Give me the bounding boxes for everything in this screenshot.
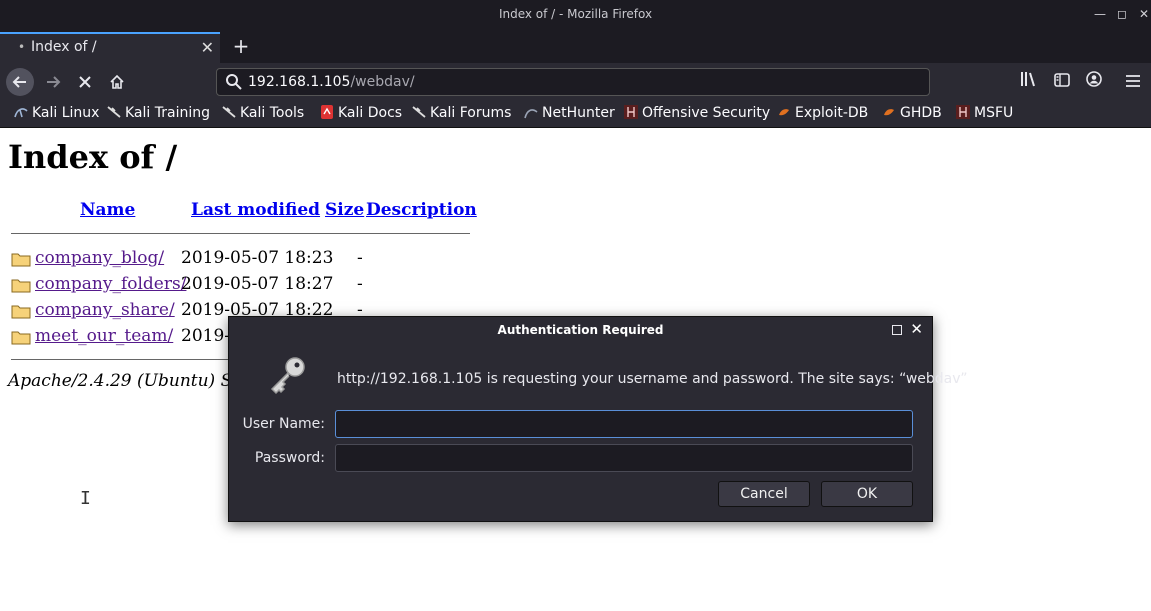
minimize-button[interactable]: —	[1092, 6, 1108, 22]
directory-link[interactable]: company_share/	[35, 300, 175, 320]
home-icon	[110, 74, 124, 89]
column-size-link[interactable]: Size	[325, 200, 364, 220]
url-path: /webdav/	[350, 74, 415, 90]
column-name-link[interactable]: Name	[80, 200, 135, 220]
bookmark-label: MSFU	[974, 105, 1014, 121]
ghdb-icon	[884, 109, 894, 116]
bookmark-nethunter[interactable]: NetHunter	[524, 105, 615, 121]
tab-label: Index of /	[31, 39, 97, 55]
kali-docs-icon	[321, 105, 333, 119]
bookmark-label: Kali Forums	[430, 105, 512, 121]
bookmark-label: Kali Linux	[32, 105, 100, 121]
window-title: Index of / - Mozilla Firefox	[498, 7, 653, 21]
dialog-maximize-button[interactable]	[892, 325, 902, 335]
library-icon-glyph	[1021, 72, 1035, 87]
back-button[interactable]	[6, 68, 34, 96]
library-icon[interactable]	[1018, 71, 1040, 93]
password-field[interactable]	[335, 444, 913, 472]
ok-button[interactable]: OK	[821, 481, 913, 507]
folder-icon	[11, 305, 31, 319]
kali-dragon-icon	[107, 106, 121, 118]
dialog-close-button[interactable]: ✕	[910, 320, 923, 338]
auth-dialog: Authentication Required ✕ http://192.168…	[228, 316, 968, 522]
forward-button[interactable]	[39, 68, 67, 96]
directory-link[interactable]: company_blog/	[35, 248, 164, 268]
text-cursor-icon: I	[80, 488, 91, 509]
bookmark-label: Offensive Security	[642, 105, 771, 121]
kali-dragon-icon	[14, 108, 28, 118]
account-icon[interactable]	[1083, 71, 1105, 93]
arrow-left-icon	[12, 76, 26, 88]
size-value: -	[357, 248, 363, 268]
folder-icon	[11, 279, 31, 293]
bookmark-label: Kali Tools	[240, 105, 305, 121]
sidebar-icon-glyph	[1054, 73, 1070, 87]
nethunter-icon	[524, 109, 538, 119]
bookmark-kali-forums[interactable]: Kali Forums	[412, 105, 511, 121]
exploit-db-icon	[779, 109, 789, 116]
bookmark-kali-linux[interactable]: Kali Linux	[14, 105, 99, 121]
modified-date: 2019-05-07 18:23	[181, 248, 334, 268]
bookmark-label: Exploit-DB	[795, 105, 869, 121]
arrow-right-icon	[47, 76, 61, 88]
menu-icon[interactable]	[1122, 71, 1144, 93]
close-tab-icon[interactable]: ✕	[201, 38, 214, 57]
url-host: 192.168.1.105	[248, 74, 351, 90]
bookmark-offensive-security[interactable]: Offensive Security	[624, 105, 770, 121]
loading-dot-icon: •	[18, 40, 26, 54]
bookmark-kali-training[interactable]: Kali Training	[107, 105, 210, 121]
home-button[interactable]	[103, 68, 131, 96]
username-field[interactable]	[335, 410, 913, 438]
page-heading: Index of /	[8, 138, 178, 176]
kali-dragon-icon	[412, 106, 426, 118]
directory-link[interactable]: company_folders/	[35, 274, 186, 294]
folder-icon	[11, 253, 31, 267]
bookmark-label: GHDB	[900, 105, 942, 121]
key-icon	[270, 357, 305, 395]
size-value: -	[357, 274, 363, 294]
navigation-toolbar: 192.168.1.105/webdav/	[0, 63, 1151, 101]
dialog-message: http://192.168.1.105 is requesting your …	[337, 371, 968, 387]
directory-link[interactable]: meet_our_team/	[35, 326, 173, 346]
modified-date: 2019-05-07 18:27	[181, 274, 334, 294]
hamburger-icon	[1126, 75, 1140, 87]
offsec-icon	[624, 105, 638, 119]
bookmark-kali-tools[interactable]: Kali Tools	[222, 105, 304, 121]
column-modified-link[interactable]: Last modified	[191, 200, 320, 220]
address-bar[interactable]: 192.168.1.105/webdav/	[216, 68, 930, 96]
window-titlebar: Index of / - Mozilla Firefox — ◻ ✕	[0, 0, 1151, 30]
cancel-button[interactable]: Cancel	[718, 481, 810, 507]
bookmark-ghdb[interactable]: GHDB	[882, 105, 942, 121]
tab-strip: • Index of / ✕ +	[0, 30, 1151, 63]
sidebar-icon[interactable]	[1051, 71, 1073, 93]
bookmark-label: Kali Docs	[338, 105, 403, 121]
msfu-icon	[956, 105, 970, 119]
url-text: 192.168.1.105/webdav/	[248, 74, 415, 90]
stop-button[interactable]	[71, 68, 99, 96]
username-label: User Name:	[242, 416, 325, 432]
close-icon	[79, 76, 91, 88]
bookmark-label: NetHunter	[542, 105, 615, 121]
bookmark-label: Kali Training	[125, 105, 210, 121]
new-tab-button[interactable]: +	[231, 34, 251, 58]
kali-dragon-icon	[222, 106, 236, 118]
account-icon-glyph	[1086, 71, 1102, 87]
bookmark-exploit-db[interactable]: Exploit-DB	[777, 105, 868, 121]
bookmarks-toolbar: Kali Linux Kali Training Kali Tools Kali…	[0, 101, 1151, 128]
column-description-link[interactable]: Description	[366, 200, 477, 220]
bookmark-msfu[interactable]: MSFU	[956, 105, 1013, 121]
tab-index[interactable]: • Index of / ✕	[0, 32, 220, 63]
search-icon	[226, 74, 242, 90]
maximize-button[interactable]: ◻	[1114, 6, 1130, 22]
bookmark-kali-docs[interactable]: Kali Docs	[320, 105, 402, 121]
close-window-button[interactable]: ✕	[1136, 6, 1151, 22]
dialog-title: Authentication Required	[497, 323, 664, 337]
folder-icon	[11, 331, 31, 345]
password-label: Password:	[254, 450, 325, 466]
divider	[11, 233, 470, 234]
